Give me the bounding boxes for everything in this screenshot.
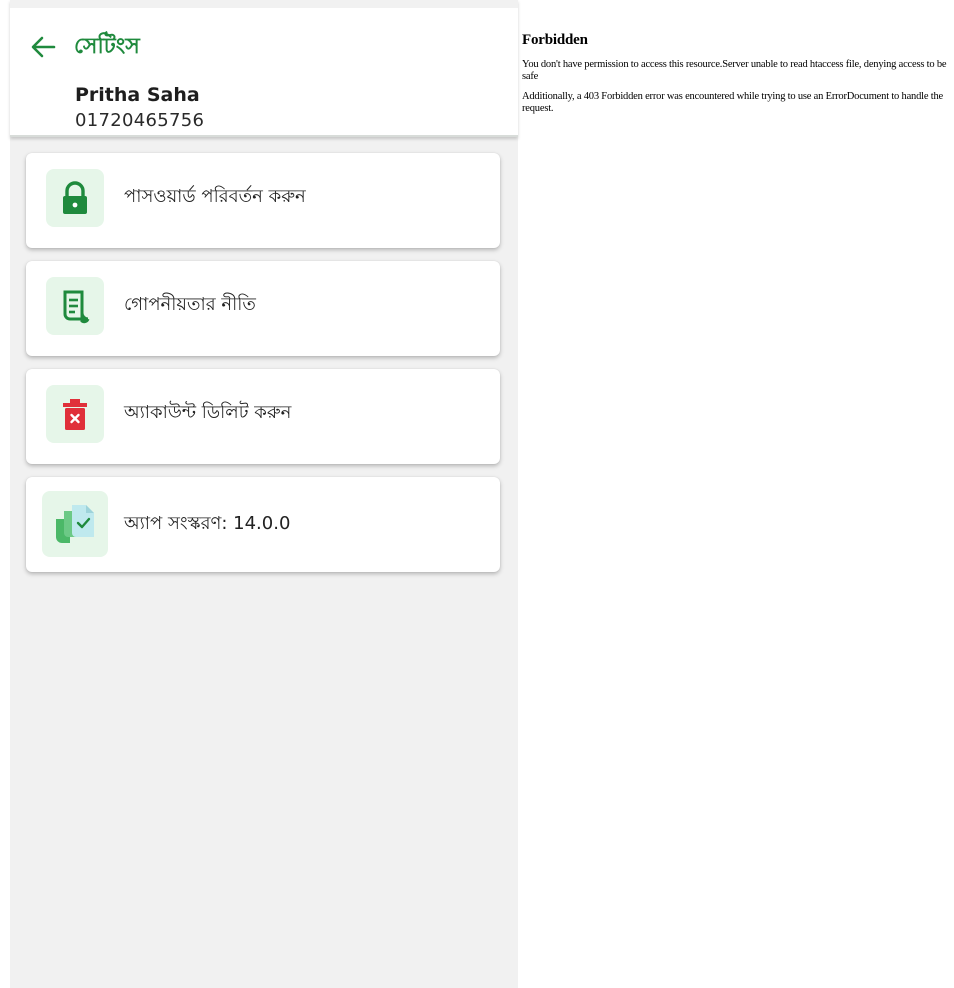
app-version-icon [42,491,108,557]
delete-account-label: অ্যাকাউন্ট ডিলিট করুন [124,402,292,423]
user-phone: 01720465756 [75,110,205,131]
privacy-policy-item[interactable]: গোপনীয়তার নীতি [26,261,500,356]
privacy-policy-label: গোপনীয়তার নীতি [124,294,256,315]
trash-icon [46,385,104,443]
change-password-label: পাসওয়ার্ড পরিবর্তন করুন [124,186,306,207]
error-title: Forbidden [522,32,588,48]
error-detail: Additionally, a 403 Forbidden error was … [522,91,943,114]
app-header: সেটিংস Pritha Saha 01720465756 [10,0,518,137]
arrow-left-icon [31,36,56,58]
settings-app: সেটিংস Pritha Saha 01720465756 পাসওয়ার্… [10,0,518,988]
error-message: You don't have permission to access this… [522,59,947,82]
back-button[interactable] [28,32,58,62]
page-title: সেটিংস [74,34,140,59]
delete-account-item[interactable]: অ্যাকাউন্ট ডিলিট করুন [26,369,500,464]
app-version-label: অ্যাপ সংস্করণ: 14.0.0 [124,513,291,534]
user-name: Pritha Saha [75,84,200,106]
forbidden-error-page: Forbidden You don't have permission to a… [522,30,950,123]
change-password-item[interactable]: পাসওয়ার্ড পরিবর্তন করুন [26,153,500,248]
document-icon [46,277,104,335]
lock-icon [46,169,104,227]
app-version-item: অ্যাপ সংস্করণ: 14.0.0 [26,477,500,572]
